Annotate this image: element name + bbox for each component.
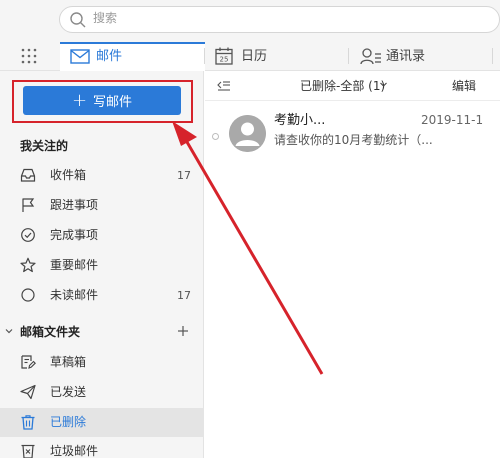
search-input[interactable] <box>59 6 500 33</box>
sidebar-item-sent[interactable]: 已发送 <box>50 384 86 400</box>
section-folders: 邮箱文件夹 <box>20 325 81 339</box>
star-icon <box>20 257 36 273</box>
tab-divider <box>492 48 493 64</box>
sidebar-item-unread[interactable]: 未读邮件 <box>50 287 98 303</box>
add-folder-icon[interactable] <box>177 325 189 337</box>
trash-icon <box>21 415 35 430</box>
send-icon <box>20 384 36 400</box>
message-preview: 请查收你的10月考勤统计（... <box>274 133 433 147</box>
draft-icon <box>21 355 36 369</box>
svg-text:25: 25 <box>220 56 229 64</box>
sidebar-item-drafts[interactable]: 草稿箱 <box>50 354 86 370</box>
message-date: 2019-11-1 <box>421 113 484 127</box>
edit-button[interactable]: 编辑 <box>452 78 476 94</box>
chevron-down-icon[interactable] <box>379 80 388 89</box>
sidebar-item-important[interactable]: 重要邮件 <box>50 257 98 273</box>
check-circle-icon <box>21 228 35 242</box>
tab-divider <box>204 48 205 64</box>
chevron-down-icon[interactable] <box>5 327 13 335</box>
sidebar-item-follow-up[interactable]: 跟进事项 <box>50 197 98 213</box>
mail-app-window: 搜索 邮件 25 日历 通讯录 + 写邮件 我关注的 收件箱 17 跟进事项 完… <box>0 0 500 458</box>
tab-mail-indicator <box>60 42 205 44</box>
app-grid-icon[interactable] <box>21 48 37 64</box>
tab-divider <box>348 48 349 64</box>
annotation-highlight-box <box>12 80 193 123</box>
search-icon <box>70 12 86 28</box>
message-sender: 考勤小... <box>274 113 326 128</box>
inbox-icon <box>20 168 36 182</box>
read-status-dot[interactable] <box>212 133 219 140</box>
folder-filter-title[interactable]: 已删除-全部 (1) <box>300 78 385 94</box>
collapse-sidebar-icon[interactable] <box>217 80 231 92</box>
section-followed: 我关注的 <box>20 139 69 153</box>
circle-icon <box>21 288 35 302</box>
spam-icon <box>21 444 35 458</box>
tab-mail-label: 邮件 <box>96 49 123 64</box>
sidebar-item-spam[interactable]: 垃圾邮件 <box>50 443 98 458</box>
search-placeholder: 搜索 <box>93 11 118 25</box>
flag-icon <box>22 198 35 212</box>
unread-count: 17 <box>177 289 191 302</box>
contacts-icon <box>360 48 381 65</box>
calendar-icon: 25 <box>215 47 233 65</box>
mail-icon <box>70 49 90 64</box>
sidebar-item-inbox[interactable]: 收件箱 <box>50 167 86 183</box>
sidebar-item-done[interactable]: 完成事项 <box>50 227 98 243</box>
sidebar-item-trash[interactable]: 已删除 <box>50 414 86 430</box>
avatar <box>229 115 266 152</box>
tab-contacts[interactable]: 通讯录 <box>386 48 425 65</box>
tab-calendar[interactable]: 日历 <box>241 48 267 65</box>
inbox-count: 17 <box>177 169 191 182</box>
